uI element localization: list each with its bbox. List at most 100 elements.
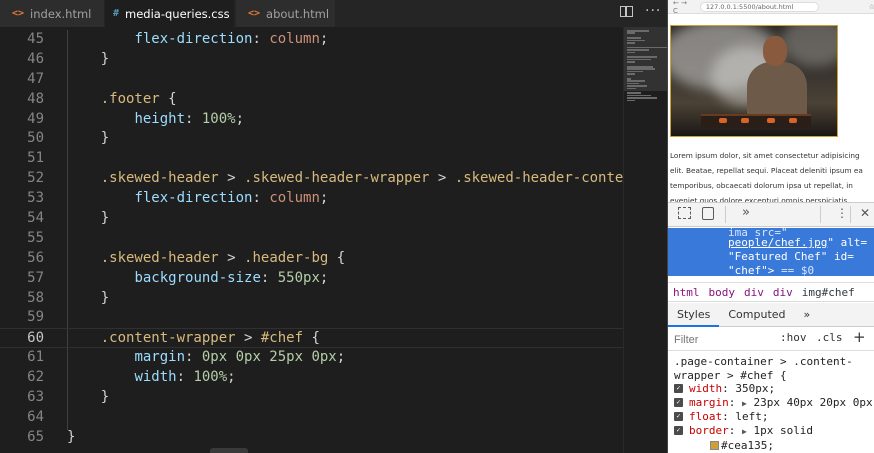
code-line[interactable]: 50 } (0, 129, 623, 149)
declaration-checkbox[interactable]: ✓ (674, 425, 683, 435)
property-value[interactable]: 350px; (735, 382, 775, 395)
code-text[interactable]: .footer { (67, 90, 177, 110)
new-rule-button[interactable]: + (853, 328, 866, 346)
styles-filter-input[interactable] (674, 332, 774, 347)
minimap-line (627, 58, 651, 61)
code-text[interactable]: width: 100%; (67, 368, 235, 388)
property-value[interactable]: 23px 40px 20px 0px; (753, 396, 874, 409)
code-line[interactable]: 57 background-size: 550px; (0, 269, 623, 289)
code-line[interactable]: 61 margin: 0px 0px 25px 0px; (0, 348, 623, 368)
property-name[interactable]: float (689, 410, 722, 423)
more-actions-icon[interactable]: ··· (645, 3, 661, 19)
breadcrumb-item[interactable]: body (704, 286, 740, 299)
breadcrumb-item[interactable]: html (668, 286, 704, 299)
code-token: #chef (260, 330, 304, 347)
color-value[interactable]: #cea135; (721, 439, 774, 452)
code-line[interactable]: 62 width: 100%; (0, 368, 623, 388)
node-src-link[interactable]: people/chef.jpg (728, 236, 827, 249)
code-line[interactable]: 53 flex-direction: column; (0, 189, 623, 209)
code-text[interactable]: flex-direction: column; (67, 30, 328, 50)
code-text[interactable]: } (67, 50, 109, 70)
close-devtools-icon[interactable]: ✕ (860, 206, 870, 220)
minimap-line (627, 92, 641, 94)
bookmark-star-icon[interactable]: ☆ (869, 3, 874, 11)
code-text[interactable]: } (67, 209, 109, 229)
kebab-menu-icon[interactable]: ⋮ (836, 206, 848, 220)
property-name[interactable]: border (689, 424, 729, 437)
device-toolbar-icon[interactable] (702, 207, 714, 220)
tab-styles[interactable]: Styles (668, 303, 720, 327)
code-text[interactable]: .content-wrapper > #chef { (67, 329, 320, 349)
property-value[interactable]: left; (735, 410, 768, 423)
color-swatch[interactable] (710, 440, 719, 450)
more-panels-icon[interactable]: » (795, 303, 820, 327)
code-text[interactable]: } (67, 289, 109, 309)
code-line[interactable]: 64 (0, 408, 623, 428)
code-line[interactable]: 55 (0, 229, 623, 249)
code-token: .content-wrapper (100, 330, 236, 347)
rule-selector[interactable]: .page-container > .content- (668, 355, 874, 369)
url-field[interactable]: 127.0.0.1:5500/about.html (699, 1, 819, 12)
breadcrumb-item[interactable]: div (739, 286, 768, 299)
code-text[interactable]: } (67, 428, 75, 448)
code-line[interactable]: 56 .skewed-header > .header-bg { (0, 249, 623, 269)
property-name[interactable]: width (689, 382, 722, 395)
declaration-checkbox[interactable]: ✓ (674, 412, 683, 422)
declaration-checkbox[interactable]: ✓ (674, 397, 683, 407)
code-text[interactable]: } (67, 388, 109, 408)
property-name[interactable]: margin (689, 396, 729, 409)
code-line[interactable]: 45 flex-direction: column; (0, 30, 623, 50)
property-value[interactable]: 1px solid (753, 424, 813, 437)
code-line[interactable]: 58 } (0, 289, 623, 309)
code-text[interactable]: background-size: 550px; (67, 269, 328, 289)
code-line[interactable]: 49 height: 100%; (0, 110, 623, 130)
code-text[interactable]: .skewed-header > .skewed-header-wrapper … (67, 169, 640, 189)
tab-media-queries-css[interactable]: # media-queries.css × (105, 0, 235, 27)
expand-triangle-icon[interactable]: ▶ (742, 427, 747, 436)
code-text[interactable]: } (67, 129, 109, 149)
code-line[interactable]: 51 (0, 149, 623, 169)
line-number: 57 (27, 269, 44, 286)
expand-triangle-icon[interactable]: ▶ (742, 399, 747, 408)
class-toggle-button[interactable]: .cls (816, 331, 843, 344)
code-line[interactable]: 47 (0, 70, 623, 90)
hover-state-button[interactable]: :hov (780, 331, 807, 344)
css-declaration[interactable]: ✓ width: 350px; (668, 382, 874, 396)
css-declaration[interactable]: ✓ margin: ▶ 23px 40px 20px 0px; (668, 396, 874, 411)
code-text[interactable]: .skewed-header > .header-bg { (67, 249, 345, 269)
inspect-element-icon[interactable] (678, 207, 691, 219)
code-line[interactable]: 59 (0, 308, 623, 328)
node-tag: ima (728, 226, 748, 236)
tab-about-html[interactable]: <> about.html (236, 0, 336, 27)
code-line[interactable]: 48 .footer { (0, 90, 623, 110)
code-token: background-size (134, 269, 261, 286)
code-editor[interactable]: <> index.html # media-queries.css × <> a… (0, 0, 667, 453)
code-text[interactable]: margin: 0px 0px 25px 0px; (67, 348, 345, 368)
split-editor-icon[interactable] (620, 6, 633, 17)
code-area[interactable]: 45 flex-direction: column; 46 } 47 48 .foot… (0, 30, 640, 453)
code-token: } (67, 289, 110, 306)
code-line[interactable]: 46 } (0, 50, 623, 70)
breadcrumb-item[interactable]: div (768, 286, 797, 299)
code-line[interactable]: 65} (0, 428, 623, 448)
code-token: .skewed-header-wrapper (244, 170, 430, 187)
code-line[interactable]: 60 .content-wrapper > #chef { (0, 328, 623, 349)
minimap-line (627, 30, 649, 32)
code-line[interactable]: 54 } (0, 209, 623, 229)
code-token: ; (319, 31, 329, 47)
tab-index-html[interactable]: <> index.html (0, 0, 105, 27)
rule-selector[interactable]: wrapper > #chef { (668, 369, 874, 383)
nav-buttons[interactable]: ← → C (673, 0, 694, 15)
css-declaration[interactable]: ✓ border: ▶ 1px solid (668, 424, 874, 439)
code-text[interactable]: flex-direction: column; (67, 189, 328, 209)
selected-dom-node[interactable]: ima src=" people/chef.jpg" alt= "Feature… (668, 226, 874, 277)
code-line[interactable]: 63 } (0, 388, 623, 408)
tab-computed[interactable]: Computed (719, 303, 794, 327)
declaration-checkbox[interactable]: ✓ (674, 384, 683, 394)
breadcrumb-item[interactable]: img#chef (797, 286, 859, 299)
more-tabs-icon[interactable]: » (742, 205, 750, 220)
minimap[interactable] (623, 27, 667, 453)
css-declaration[interactable]: ✓ float: left; (668, 410, 874, 424)
code-line[interactable]: 52 .skewed-header > .skewed-header-wrapp… (0, 169, 640, 189)
code-text[interactable]: height: 100%; (67, 110, 244, 130)
